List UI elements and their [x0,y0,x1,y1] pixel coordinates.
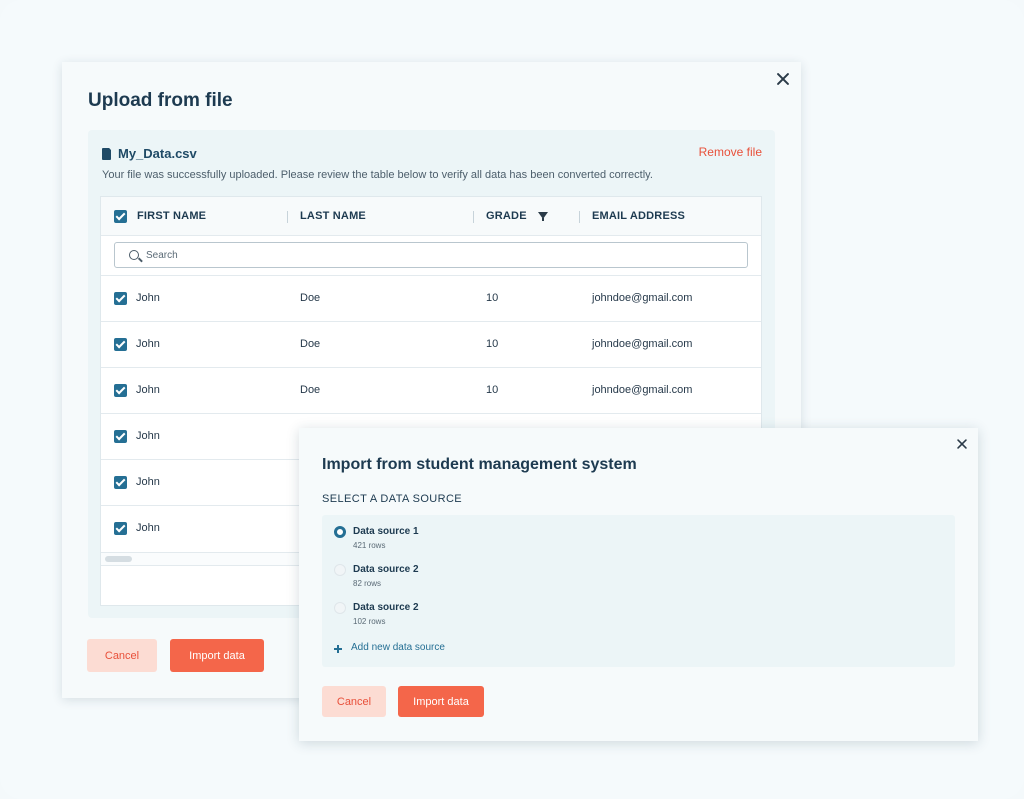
cell-first-name: John [136,522,160,534]
table-header: FIRST NAME LAST NAME GRADE EMAIL ADDRESS [101,197,761,236]
table-row: John Doe 10 johndoe@gmail.com [101,276,761,322]
cell-email: johndoe@gmail.com [592,292,693,304]
close-icon[interactable] [956,438,967,449]
column-header-grade[interactable]: GRADE [486,210,527,222]
row-checkbox[interactable] [114,430,127,443]
column-header-first-name[interactable]: FIRST NAME [137,210,206,222]
cancel-button[interactable]: Cancel [322,686,386,717]
dialog-title: Upload from file [88,90,233,111]
data-source-name[interactable]: Data source 2 [353,564,419,575]
cell-email: johndoe@gmail.com [592,338,693,350]
cell-first-name: John [136,384,160,396]
data-source-rows: 102 rows [353,617,386,626]
cell-first-name: John [136,476,160,488]
column-divider [579,211,580,223]
data-source-rows: 82 rows [353,579,382,588]
close-icon[interactable] [776,72,790,86]
cell-first-name: John [136,338,160,350]
remove-file-link[interactable]: Remove file [699,145,762,159]
search-box[interactable] [114,242,748,268]
column-header-last-name[interactable]: LAST NAME [300,210,366,222]
radio-icon[interactable] [334,526,346,538]
import-dialog: Import from student management system SE… [299,428,978,741]
radio-icon[interactable] [334,564,346,576]
filter-icon[interactable] [538,212,548,221]
column-divider [473,211,474,223]
row-checkbox[interactable] [114,384,127,397]
table-row: John Doe 10 johndoe@gmail.com [101,368,761,414]
cell-grade: 10 [486,384,499,396]
upload-message: Your file was successfully uploaded. Ple… [102,169,653,181]
cell-first-name: John [136,430,160,442]
data-source-name[interactable]: Data source 1 [353,526,419,537]
search-input[interactable] [146,247,736,264]
search-row [101,236,761,276]
cell-grade: 10 [486,338,499,350]
radio-icon[interactable] [334,602,346,614]
cancel-button[interactable]: Cancel [87,639,157,672]
add-data-source-link[interactable]: Add new data source [351,642,445,653]
row-checkbox[interactable] [114,292,127,305]
data-source-rows: 421 rows [353,541,386,550]
section-label: SELECT A DATA SOURCE [322,493,463,505]
dialog-title: Import from student management system [322,456,637,473]
row-checkbox[interactable] [114,522,127,535]
plus-icon[interactable] [334,645,342,653]
import-data-button[interactable]: Import data [170,639,264,672]
file-name: My_Data.csv [118,146,197,161]
cell-last-name: Doe [300,338,321,350]
cell-email: johndoe@gmail.com [592,384,693,396]
search-icon [129,250,139,260]
file-icon [102,148,111,160]
cell-first-name: John [136,292,160,304]
cell-grade: 10 [486,292,499,304]
import-data-button[interactable]: Import data [398,686,484,717]
row-checkbox[interactable] [114,338,127,351]
cell-last-name: Doe [300,292,321,304]
column-header-email[interactable]: EMAIL ADDRESS [592,210,685,222]
data-source-list: Data source 1 421 rows Data source 2 82 … [322,515,955,667]
table-row: John Doe 10 johndoe@gmail.com [101,322,761,368]
data-source-name[interactable]: Data source 2 [353,602,419,613]
column-divider [287,211,288,223]
row-checkbox[interactable] [114,476,127,489]
cell-last-name: Doe [300,384,321,396]
scrollbar-thumb[interactable] [105,556,132,562]
select-all-checkbox[interactable] [114,210,127,223]
